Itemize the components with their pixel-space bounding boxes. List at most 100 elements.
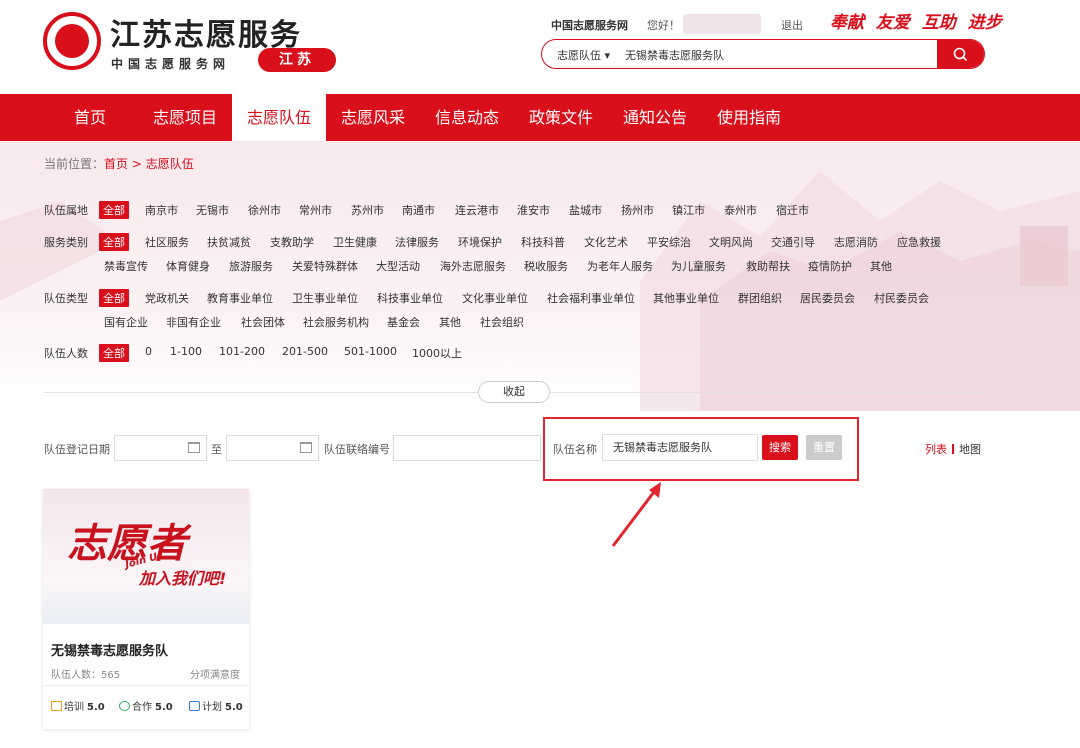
search-input[interactable]: 无锡禁毒志愿服务队 <box>625 47 724 63</box>
nav-news[interactable]: 信息动态 <box>422 94 512 141</box>
service-option[interactable]: 文明风尚 <box>709 234 753 250</box>
team-card[interactable]: 志愿者 Join Us 加入我们吧! 无锡禁毒志愿服务队 队伍人数：565 分项… <box>43 489 249 729</box>
type-option[interactable]: 科技事业单位 <box>377 290 443 306</box>
team-cover-image[interactable]: 志愿者 Join Us 加入我们吧! <box>43 489 249 624</box>
team-member-count: 队伍人数：565 <box>51 670 121 681</box>
type-option[interactable]: 社会组织 <box>480 314 524 330</box>
size-option[interactable]: 201-500 <box>282 345 328 358</box>
type-option[interactable]: 社会团体 <box>241 314 285 330</box>
region-option[interactable]: 无锡市 <box>196 202 229 218</box>
size-option[interactable]: 1-100 <box>170 345 202 358</box>
stat-training-label: 培训 <box>64 702 84 713</box>
region-option[interactable]: 淮安市 <box>517 202 550 218</box>
service-option[interactable]: 海外志愿服务 <box>440 258 506 274</box>
service-option[interactable]: 税收服务 <box>524 258 568 274</box>
type-option[interactable]: 教育事业单位 <box>207 290 273 306</box>
type-option[interactable]: 文化事业单位 <box>462 290 528 306</box>
nav-teams[interactable]: 志愿队伍 <box>232 94 326 141</box>
region-option[interactable]: 常州市 <box>299 202 332 218</box>
service-option[interactable]: 为儿童服务 <box>671 258 726 274</box>
service-option[interactable]: 旅游服务 <box>229 258 273 274</box>
service-option[interactable]: 社区服务 <box>145 234 189 250</box>
size-option[interactable]: 101-200 <box>219 345 265 358</box>
region-option[interactable]: 南通市 <box>402 202 435 218</box>
view-map-link[interactable]: 地图 <box>959 443 981 456</box>
logo-subtitle: 中国志愿服务网 <box>111 57 231 71</box>
service-option[interactable]: 大型活动 <box>376 258 420 274</box>
region-option[interactable]: 徐州市 <box>248 202 281 218</box>
type-option[interactable]: 基金会 <box>387 314 420 330</box>
type-option[interactable]: 社会服务机构 <box>303 314 369 330</box>
nav-guide[interactable]: 使用指南 <box>704 94 794 141</box>
type-option[interactable]: 国有企业 <box>104 314 148 330</box>
contact-number-input[interactable] <box>393 435 541 461</box>
search-button[interactable] <box>937 40 984 68</box>
type-option[interactable]: 群团组织 <box>738 290 782 306</box>
region-option[interactable]: 宿迁市 <box>776 202 809 218</box>
nav-showcase[interactable]: 志愿风采 <box>328 94 418 141</box>
type-option[interactable]: 卫生事业单位 <box>292 290 358 306</box>
volunteer-logo-icon[interactable] <box>43 12 101 70</box>
service-option[interactable]: 疫情防护 <box>808 258 852 274</box>
service-option[interactable]: 其他 <box>870 258 892 274</box>
view-list-link[interactable]: 列表 <box>925 443 947 456</box>
service-option[interactable]: 全部 <box>99 233 129 251</box>
service-option[interactable]: 文化艺术 <box>584 234 628 250</box>
service-option[interactable]: 法律服务 <box>395 234 439 250</box>
collapse-button[interactable]: 收起 <box>478 381 550 403</box>
type-option[interactable]: 全部 <box>99 289 129 307</box>
logout-link[interactable]: 退出 <box>781 17 803 33</box>
size-option[interactable]: 0 <box>145 345 152 358</box>
site-name-link[interactable]: 中国志愿服务网 <box>551 17 628 33</box>
search-submit-button[interactable]: 搜索 <box>762 435 798 460</box>
region-option[interactable]: 连云港市 <box>455 202 499 218</box>
date-end-input[interactable] <box>226 435 319 461</box>
training-icon <box>51 701 62 711</box>
size-option[interactable]: 1000以上 <box>412 345 462 361</box>
nav-policies[interactable]: 政策文件 <box>516 94 606 141</box>
type-option[interactable]: 其他 <box>439 314 461 330</box>
service-option[interactable]: 志愿消防 <box>834 234 878 250</box>
service-option[interactable]: 平安综治 <box>647 234 691 250</box>
team-card-title[interactable]: 无锡禁毒志愿服务队 <box>51 640 168 659</box>
date-start-input[interactable] <box>114 435 207 461</box>
service-option[interactable]: 体育健身 <box>166 258 210 274</box>
date-label: 队伍登记日期 <box>44 443 110 456</box>
service-option[interactable]: 关爱特殊群体 <box>292 258 358 274</box>
type-option[interactable]: 其他事业单位 <box>653 290 719 306</box>
service-option[interactable]: 禁毒宣传 <box>104 258 148 274</box>
type-option[interactable]: 居民委员会 <box>800 290 855 306</box>
type-option[interactable]: 社会福利事业单位 <box>547 290 635 306</box>
type-option[interactable]: 非国有企业 <box>166 314 221 330</box>
size-option[interactable]: 全部 <box>99 344 129 362</box>
type-option[interactable]: 村民委员会 <box>874 290 929 306</box>
service-option[interactable]: 为老年人服务 <box>587 258 653 274</box>
service-option[interactable]: 卫生健康 <box>333 234 377 250</box>
region-option[interactable]: 盐城市 <box>569 202 602 218</box>
region-option[interactable]: 扬州市 <box>621 202 654 218</box>
region-option[interactable]: 苏州市 <box>351 202 384 218</box>
region-option[interactable]: 镇江市 <box>672 202 705 218</box>
service-option[interactable]: 应急救援 <box>897 234 941 250</box>
service-option[interactable]: 交通引导 <box>771 234 815 250</box>
region-option[interactable]: 全部 <box>99 201 129 219</box>
team-name-input[interactable]: 无锡禁毒志愿服务队 <box>602 434 758 461</box>
nav-home[interactable]: 首页 <box>58 94 122 141</box>
region-option[interactable]: 南京市 <box>145 202 178 218</box>
breadcrumb-home-link[interactable]: 首页 <box>104 157 128 171</box>
size-option[interactable]: 501-1000 <box>344 345 397 358</box>
service-option[interactable]: 扶贫减贫 <box>207 234 251 250</box>
type-option[interactable]: 党政机关 <box>145 290 189 306</box>
service-option[interactable]: 支教助学 <box>270 234 314 250</box>
nav-notices[interactable]: 通知公告 <box>610 94 700 141</box>
reset-button[interactable]: 重置 <box>806 435 842 460</box>
nav-projects[interactable]: 志愿项目 <box>140 94 230 141</box>
service-option[interactable]: 科技科普 <box>521 234 565 250</box>
contact-number-label: 队伍联络编号 <box>324 443 390 456</box>
annotation-arrow-icon <box>611 482 661 547</box>
search-scope-select[interactable]: 志愿队伍 ▾ <box>557 47 610 63</box>
breadcrumb-separator: > <box>128 157 146 171</box>
service-option[interactable]: 救助帮扶 <box>746 258 790 274</box>
service-option[interactable]: 环境保护 <box>458 234 502 250</box>
region-option[interactable]: 泰州市 <box>724 202 757 218</box>
